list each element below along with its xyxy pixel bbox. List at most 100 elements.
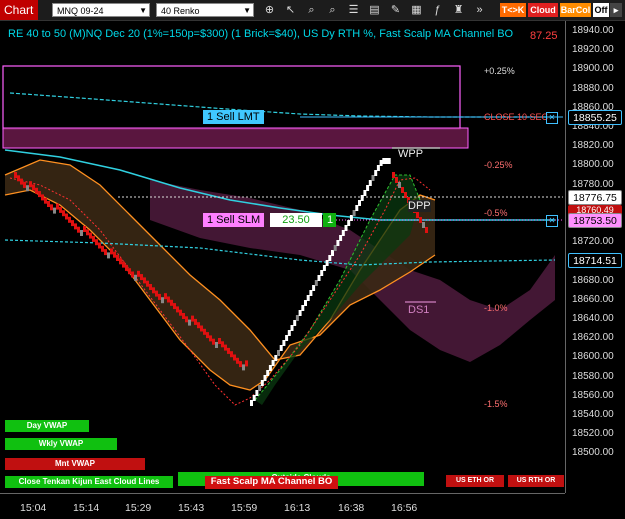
- renko-brick: [287, 330, 291, 336]
- renko-brick: [258, 385, 262, 391]
- renko-brick: [336, 240, 340, 246]
- renko-brick: [179, 309, 182, 316]
- renko-brick: [255, 390, 259, 396]
- renko-brick: [333, 245, 337, 251]
- time-tick-label: 16:13: [284, 502, 311, 514]
- sell-stop-order[interactable]: 1 Sell SLM: [203, 213, 265, 227]
- us-rth-or-button[interactable]: US RTH OR: [508, 475, 564, 487]
- renko-brick: [236, 357, 239, 364]
- renko-brick: [271, 360, 275, 366]
- price-tick-label: 18920.00: [572, 44, 614, 56]
- renko-brick: [250, 400, 253, 406]
- renko-brick: [277, 350, 280, 356]
- price-tick-label: 18500.00: [572, 447, 614, 459]
- renko-brick: [218, 338, 221, 344]
- sell-limit-order[interactable]: 1 Sell LMT: [203, 110, 264, 124]
- renko-brick: [119, 258, 122, 265]
- stop-price-tag: 18753.50: [568, 213, 622, 228]
- scroll-icon[interactable]: ▸: [610, 3, 622, 17]
- renko-brick: [309, 290, 313, 296]
- renko-brick: [282, 340, 286, 346]
- off-button[interactable]: Off: [593, 3, 609, 17]
- renko-brick: [290, 325, 294, 331]
- renko-brick: [116, 255, 119, 261]
- time-tick-label: 15:04: [20, 502, 47, 514]
- renko-brick: [371, 175, 375, 181]
- price-tick-label: 18620.00: [572, 332, 614, 344]
- renko-brick: [146, 280, 149, 287]
- renko-brick: [322, 265, 326, 271]
- renko-brick: [113, 251, 116, 258]
- renko-brick: [317, 275, 321, 281]
- cyan-price-tag: 18714.51: [568, 253, 622, 268]
- pct-label: -1.0%: [484, 303, 508, 313]
- renko-brick: [122, 261, 125, 268]
- renko-brick: [312, 285, 316, 291]
- renko-brick: [355, 205, 359, 211]
- price-tick-label: 18900.00: [572, 63, 614, 75]
- fast-scalp-button[interactable]: Fast Scalp MA Channel BO: [205, 476, 338, 489]
- renko-brick: [404, 192, 407, 198]
- dpp-label: DPP: [408, 200, 431, 212]
- price-tick-label: 18600.00: [572, 351, 614, 363]
- renko-brick: [41, 194, 44, 201]
- price-tick-label: 18720.00: [572, 236, 614, 248]
- resistance-band: [3, 128, 468, 148]
- ds1-label: DS1: [408, 304, 430, 316]
- renko-brick: [358, 200, 361, 206]
- wkly-vwap-button[interactable]: Wkly VWAP: [5, 438, 117, 450]
- renko-brick: [83, 226, 86, 232]
- stop-order-price[interactable]: 23.50: [270, 213, 322, 227]
- renko-brick: [71, 220, 74, 227]
- renko-brick: [47, 201, 50, 207]
- renko-brick: [194, 318, 197, 325]
- renko-brick: [50, 204, 53, 211]
- renko-brick: [395, 177, 398, 183]
- us-eth-or-button[interactable]: US ETH OR: [446, 475, 504, 487]
- ichimoku-lines-button[interactable]: Close Tenkan Kijun East Cloud Lines: [5, 476, 173, 488]
- renko-brick: [268, 365, 272, 371]
- renko-brick: [56, 203, 59, 210]
- renko-brick: [339, 235, 343, 241]
- renko-brick: [164, 293, 167, 300]
- price-tick-label: 18880.00: [572, 82, 614, 94]
- renko-brick: [266, 370, 270, 376]
- renko-brick: [325, 260, 329, 266]
- renko-brick: [128, 268, 131, 275]
- renko-brick: [74, 223, 77, 230]
- renko-brick: [59, 206, 62, 213]
- price-tick-label: 18540.00: [572, 409, 614, 420]
- renko-brick: [176, 306, 179, 313]
- renko-brick: [224, 344, 227, 351]
- mnt-vwap-button[interactable]: Mnt VWAP: [5, 458, 145, 470]
- renko-brick: [182, 313, 185, 319]
- renko-brick: [419, 217, 422, 223]
- time-tick-label: 15:14: [73, 502, 100, 514]
- stop-order-qty[interactable]: 1: [323, 213, 336, 227]
- renko-brick: [101, 245, 104, 252]
- cancel-order-icon[interactable]: ✕: [546, 112, 558, 124]
- renko-brick: [68, 216, 71, 223]
- renko-brick: [379, 160, 383, 166]
- cancel-order-icon[interactable]: ✕: [546, 215, 558, 227]
- renko-brick: [295, 315, 299, 321]
- renko-brick: [191, 315, 194, 322]
- renko-brick: [65, 213, 68, 220]
- renko-brick: [314, 280, 318, 286]
- renko-brick: [422, 222, 425, 228]
- renko-brick: [352, 210, 356, 216]
- renko-brick: [263, 375, 267, 381]
- time-tick-label: 16:56: [391, 502, 418, 514]
- renko-brick: [110, 248, 113, 255]
- renko-brick: [86, 229, 89, 236]
- renko-brick: [23, 181, 26, 188]
- time-axis[interactable]: 15:04 15:14 15:29 15:43 15:59 16:13 16:38 16:56: [0, 493, 565, 519]
- day-vwap-button[interactable]: Day VWAP: [5, 420, 89, 432]
- renko-brick: [44, 197, 47, 204]
- wpp-label: WPP: [398, 148, 424, 160]
- renko-brick: [161, 297, 164, 304]
- renko-brick: [385, 158, 388, 164]
- renko-brick: [301, 305, 305, 311]
- renko-brick: [304, 300, 307, 306]
- price-tick-label: 18580.00: [572, 370, 614, 382]
